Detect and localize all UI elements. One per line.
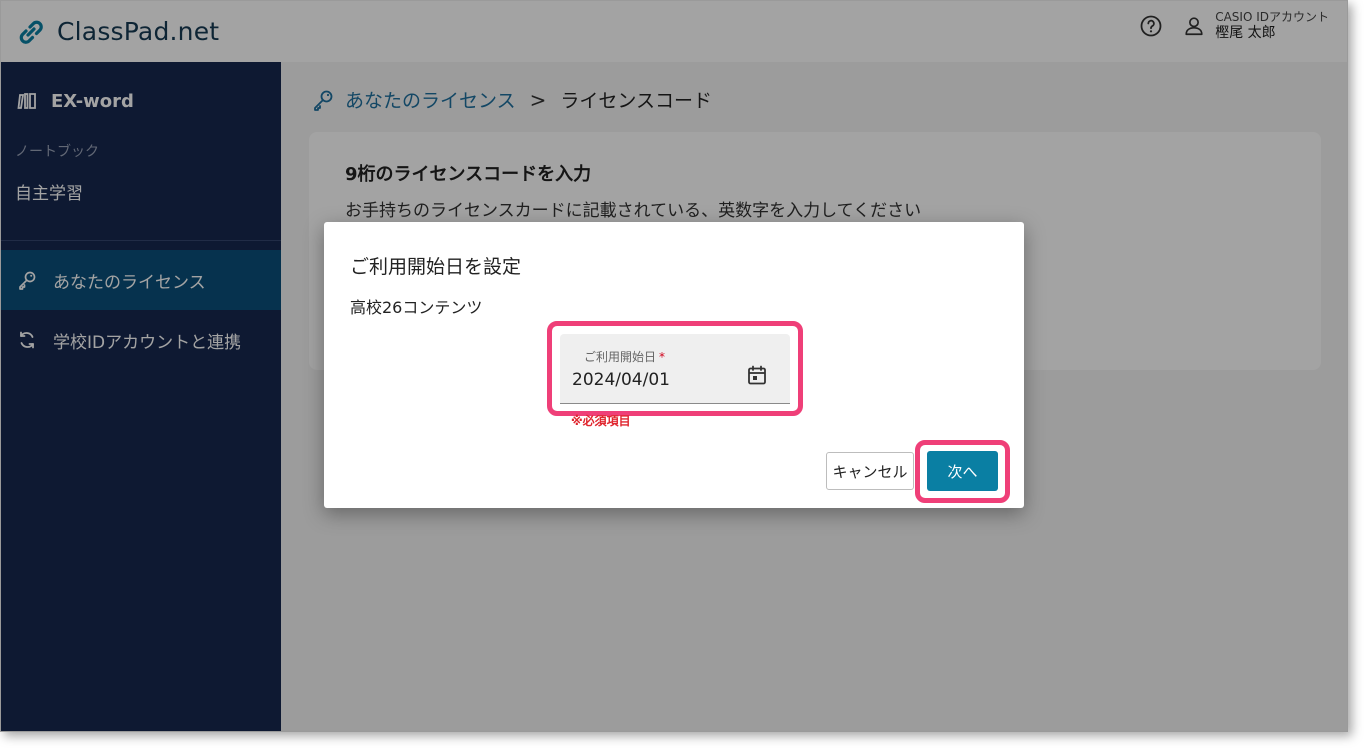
calendar-icon[interactable] bbox=[746, 364, 768, 386]
content-name: 高校26コンテンツ bbox=[350, 298, 483, 317]
start-date-dialog: ご利用開始日を設定 高校26コンテンツ ご利用開始日 * 2024/04/01 ※… bbox=[324, 222, 1024, 508]
start-date-field[interactable]: ご利用開始日 * 2024/04/01 bbox=[560, 334, 790, 404]
next-button[interactable]: 次へ bbox=[927, 451, 998, 491]
required-mark: * bbox=[659, 350, 666, 364]
cancel-button[interactable]: キャンセル bbox=[826, 452, 914, 490]
date-field-value: 2024/04/01 bbox=[572, 370, 670, 390]
required-error: ※必須項目 bbox=[571, 414, 631, 428]
dialog-title: ご利用開始日を設定 bbox=[350, 256, 522, 278]
date-field-label: ご利用開始日 * bbox=[584, 350, 666, 364]
